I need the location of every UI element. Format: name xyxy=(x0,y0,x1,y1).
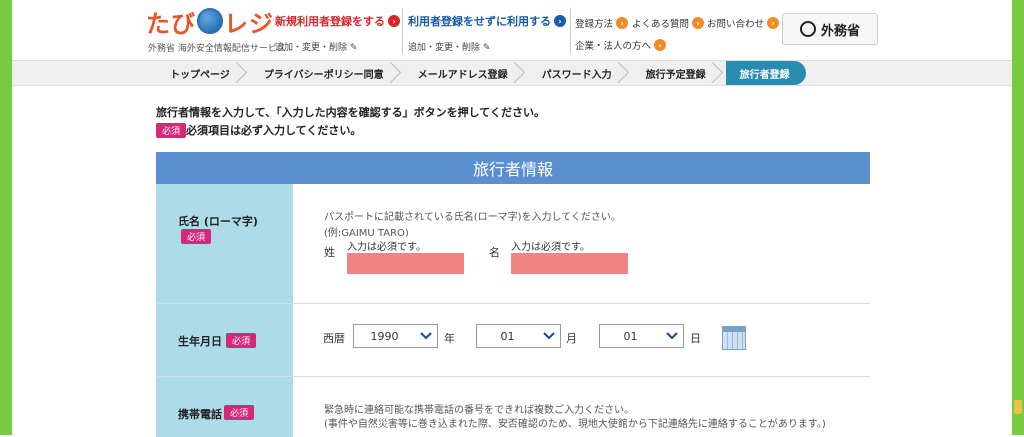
year-unit: 年 xyxy=(444,332,455,345)
last-name-input[interactable] xyxy=(347,253,464,274)
how-to-link[interactable]: 登録方法 › xyxy=(575,16,629,30)
faq-link[interactable]: よくある質問 › xyxy=(632,16,705,30)
name-help-text: パスポートに記載されている氏名(ローマ字)を入力してください。 xyxy=(324,212,621,223)
last-name-field: 入力は必須です。 xyxy=(347,238,464,274)
first-name-label: 名 xyxy=(489,246,500,259)
instruction-text: 旅行者情報を入力して、「入力した内容を確認する」ボタンを押してください。 xyxy=(156,106,545,119)
first-name-field: 入力は必須です。 xyxy=(511,238,628,274)
name-label-cell: 氏名 (ローマ字) 必須 xyxy=(156,184,293,303)
first-name-input[interactable] xyxy=(511,253,628,274)
use-without-register-link[interactable]: 利用者登録をせずに利用する › xyxy=(408,13,566,29)
required-note: 必須 必須項目は必ず入力してください。 xyxy=(156,122,361,138)
header-divider xyxy=(402,8,403,54)
chevron-right-icon: › xyxy=(767,17,780,29)
required-badge: 必須 xyxy=(224,405,255,420)
chevron-right-icon: › xyxy=(388,15,400,27)
required-badge: 必須 xyxy=(156,122,187,138)
day-unit: 日 xyxy=(690,332,701,345)
mobile-label-cell: 携帯電話 必須 xyxy=(156,377,293,437)
mobile-content-cell: 緊急時に連絡可能な携帯電話の番号をできれば複数ご入力ください。 (事件や自然災害… xyxy=(293,377,870,437)
globe-icon xyxy=(197,8,223,34)
era-label: 西暦 xyxy=(323,332,345,345)
logo-text-reji: レジ xyxy=(224,9,274,38)
birth-month-select[interactable]: 01 xyxy=(476,324,561,348)
new-user-register-link[interactable]: 新規利用者登録をする › xyxy=(275,13,400,29)
left-edge-bar xyxy=(0,0,12,435)
contact-link[interactable]: お問い合わせ › xyxy=(707,16,780,30)
mofa-emblem-icon xyxy=(799,21,816,37)
calendar-icon[interactable] xyxy=(722,326,746,350)
breadcrumb-item: トップページ xyxy=(158,61,250,85)
mobile-row: 携帯電話 必須 緊急時に連絡可能な携帯電話の番号をできれば複数ご入力ください。 … xyxy=(156,377,870,437)
how-to-label: 登録方法 xyxy=(575,19,614,30)
required-badge: 必須 xyxy=(181,229,212,244)
header-divider xyxy=(570,8,571,54)
logo-subtitle: 外務省 海外安全情報配信サービス xyxy=(148,44,286,54)
breadcrumb-item-current: 旅行者登録 xyxy=(725,61,806,85)
new-user-edit-link[interactable]: 追加・変更・削除 ✎ xyxy=(275,40,357,53)
month-unit: 月 xyxy=(566,332,577,345)
corporate-label: 企業・法人の方へ xyxy=(575,41,652,52)
breadcrumb: トップページ プライバシーポリシー同意 メールアドレス登録 パスワード入力 旅行… xyxy=(12,60,1012,86)
birthdate-label: 生年月日 xyxy=(178,335,222,348)
mobile-help-note: (事件や自然災害等に巻き込まれた際、安否確認のため、現地大使館から下記連絡先に連… xyxy=(324,419,826,430)
chevron-down-icon xyxy=(415,332,437,340)
birth-year-value: 1990 xyxy=(370,329,399,343)
last-name-error: 入力は必須です。 xyxy=(347,242,426,253)
faq-label: よくある質問 xyxy=(632,19,690,30)
name-example-text: (例:GAIMU TARO) xyxy=(324,228,409,239)
breadcrumb-item: プライバシーポリシー同意 xyxy=(250,61,404,85)
site-header: たび レジ 外務省 海外安全情報配信サービス 新規利用者登録をする › 追加・変… xyxy=(140,0,900,60)
birth-day-select[interactable]: 01 xyxy=(599,324,684,348)
new-user-edit-label: 追加・変更・削除 xyxy=(275,43,348,53)
birthdate-label-cell: 生年月日 必須 xyxy=(156,304,293,376)
tabireji-logo[interactable]: たび レジ xyxy=(146,4,274,38)
name-label: 氏名 (ローマ字) xyxy=(178,215,258,228)
last-name-label: 姓 xyxy=(324,246,335,259)
birth-year-select[interactable]: 1990 xyxy=(353,324,438,348)
chevron-down-icon xyxy=(538,332,560,340)
breadcrumb-item: パスワード入力 xyxy=(528,61,632,85)
first-name-error: 入力は必須です。 xyxy=(511,242,590,253)
birth-month-value: 01 xyxy=(500,329,515,343)
right-edge-bar xyxy=(1012,0,1024,435)
no-register-edit-label: 追加・変更・削除 xyxy=(408,43,481,53)
mofa-link[interactable]: 外務省 xyxy=(782,13,878,45)
chevron-right-icon: › xyxy=(654,39,667,51)
logo-text-tabi: たび xyxy=(146,9,196,38)
mobile-help-text: 緊急時に連絡可能な携帯電話の番号をできれば複数ご入力ください。 xyxy=(324,405,634,416)
chevron-right-icon: › xyxy=(554,15,566,27)
use-without-register-label: 利用者登録をせずに利用する xyxy=(408,15,551,28)
chevron-right-icon: › xyxy=(616,17,629,29)
name-content-cell: パスポートに記載されている氏名(ローマ字)を入力してください。 (例:GAIMU… xyxy=(293,184,870,303)
birth-day-value: 01 xyxy=(623,329,638,343)
pencil-icon: ✎ xyxy=(349,43,358,53)
pencil-icon: ✎ xyxy=(482,43,491,53)
form-section-title: 旅行者情報 xyxy=(156,152,870,184)
chevron-right-icon: › xyxy=(692,17,705,29)
breadcrumb-item: 旅行予定登録 xyxy=(632,61,726,85)
no-register-edit-link[interactable]: 追加・変更・削除 ✎ xyxy=(408,40,490,53)
mofa-label: 外務省 xyxy=(820,23,860,39)
required-note-text: 必須項目は必ず入力してください。 xyxy=(186,124,362,137)
name-row: 氏名 (ローマ字) 必須 パスポートに記載されている氏名(ローマ字)を入力してく… xyxy=(156,184,870,304)
chevron-down-icon xyxy=(661,332,683,340)
mobile-label: 携帯電話 xyxy=(178,408,222,421)
new-user-register-label: 新規利用者登録をする xyxy=(275,15,385,28)
required-badge: 必須 xyxy=(226,333,257,348)
contact-label: お問い合わせ xyxy=(707,19,765,30)
corporate-link[interactable]: 企業・法人の方へ › xyxy=(575,38,667,52)
breadcrumb-item: メールアドレス登録 xyxy=(404,61,528,85)
